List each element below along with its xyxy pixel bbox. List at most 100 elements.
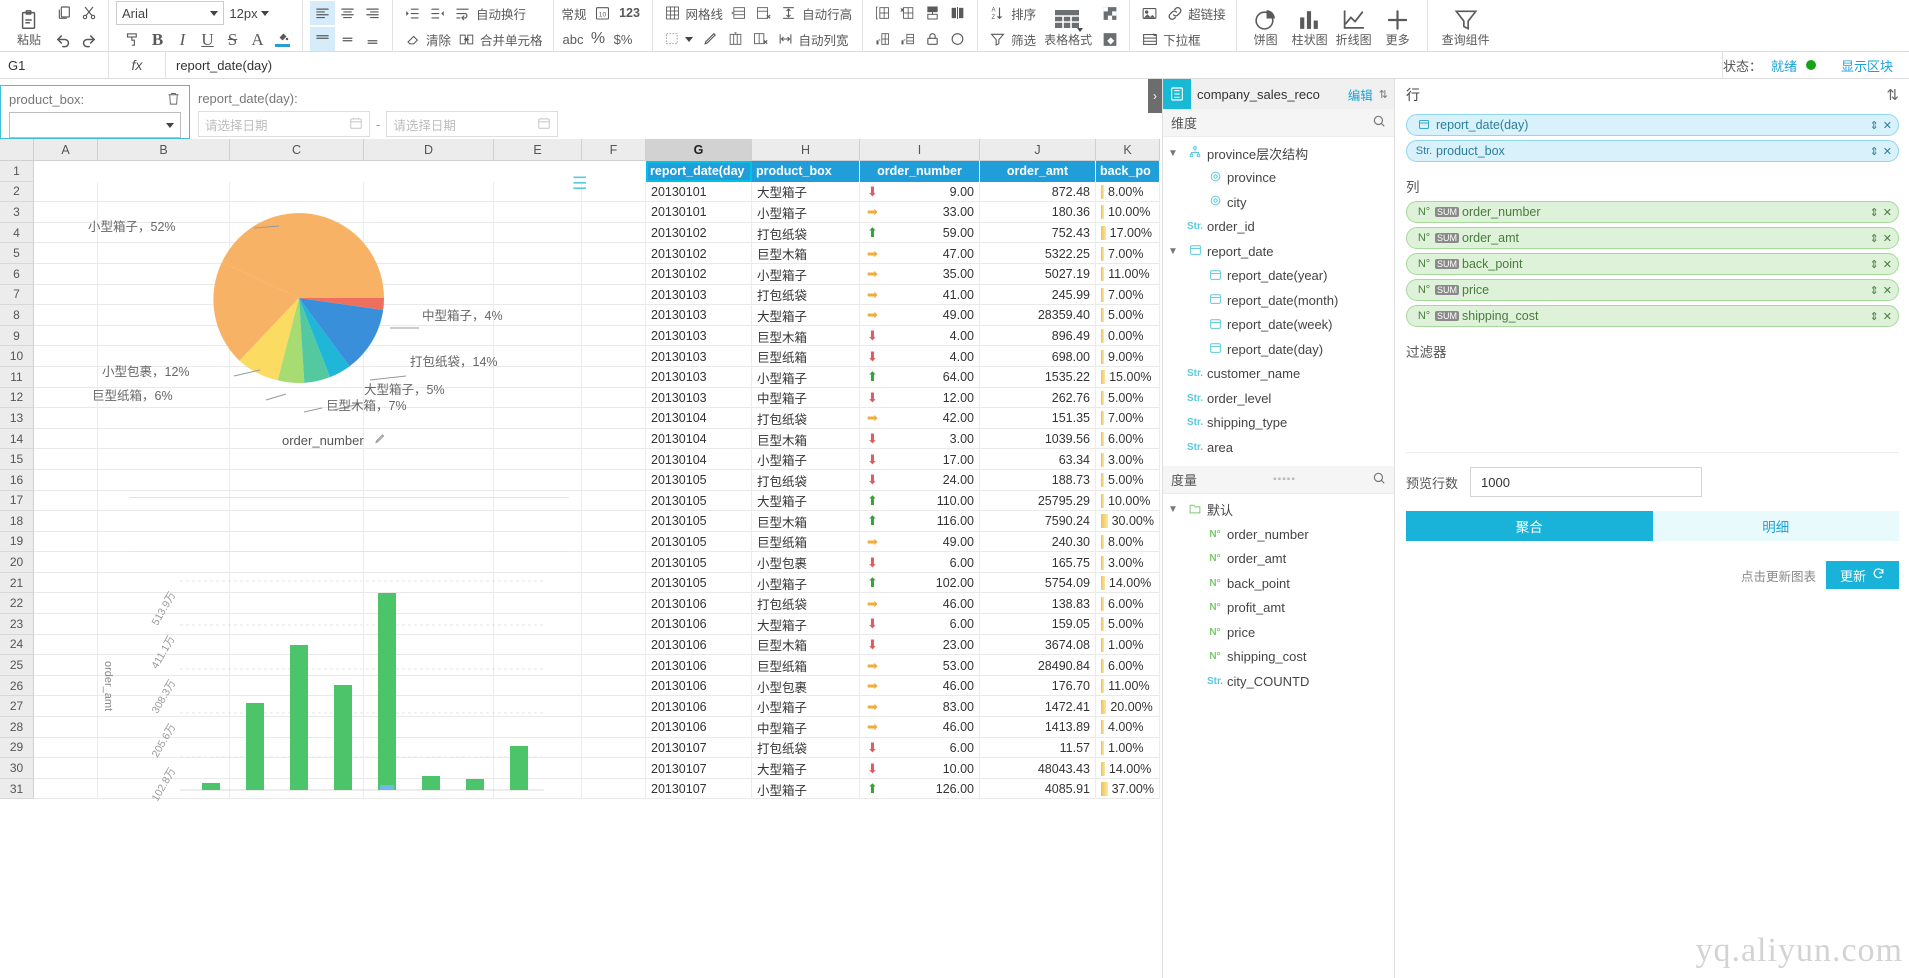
empty-cell[interactable] bbox=[230, 531, 364, 553]
cell-order-number[interactable]: ⬇ 9.00 bbox=[860, 181, 980, 203]
row-header-16[interactable]: 16 bbox=[0, 469, 34, 491]
row-header-31[interactable]: 31 bbox=[0, 778, 34, 800]
cell-report-date[interactable]: 20130106 bbox=[646, 593, 752, 615]
empty-cell[interactable] bbox=[34, 161, 98, 182]
column-title-report_date(day[interactable]: report_date(day bbox=[646, 161, 752, 182]
empty-cell[interactable] bbox=[34, 655, 98, 676]
italic-icon[interactable]: I bbox=[170, 27, 195, 51]
cell-order-amt[interactable]: 11.57 bbox=[980, 737, 1096, 759]
dataset-header[interactable]: company_sales_reco 编辑 ⇅ bbox=[1163, 79, 1394, 109]
row-header-5[interactable]: 5 bbox=[0, 243, 34, 264]
shelf-pill-shipping_cost[interactable]: N° SUM shipping_cost ⇕ ✕ bbox=[1406, 305, 1899, 327]
undo-icon[interactable] bbox=[51, 27, 76, 51]
cell-product-box[interactable]: 打包纸袋 bbox=[752, 593, 860, 615]
cell-order-amt[interactable]: 25795.29 bbox=[980, 490, 1096, 512]
cell-order-number[interactable]: ⬆ 116.00 bbox=[860, 511, 980, 532]
cell-back-point[interactable]: 7.00% bbox=[1096, 284, 1160, 306]
cell-order-amt[interactable]: 4085.91 bbox=[980, 778, 1096, 800]
measure-item-shipping_cost[interactable]: N° shipping_cost bbox=[1163, 645, 1394, 670]
image-icon[interactable] bbox=[1137, 1, 1162, 25]
cell-product-box[interactable]: 巨型纸箱 bbox=[752, 655, 860, 676]
auto-col-width-label[interactable]: 自动列宽 bbox=[798, 30, 852, 49]
column-title-order_number[interactable]: order_number bbox=[860, 161, 980, 182]
percent-format-icon[interactable]: % bbox=[586, 27, 611, 51]
empty-cell[interactable] bbox=[494, 531, 582, 553]
bar-chart-widget[interactable]: 513.9万 411.1万 308.3万 205.6万 102.8万 order… bbox=[102, 569, 584, 809]
cell-back-point[interactable]: 11.00% bbox=[1096, 675, 1160, 697]
cell-order-number[interactable]: ⬆ 59.00 bbox=[860, 222, 980, 244]
empty-cell[interactable] bbox=[34, 614, 98, 635]
bold-icon[interactable]: B bbox=[145, 27, 170, 51]
unlock-cell-icon[interactable] bbox=[895, 27, 920, 51]
delete-row-icon[interactable] bbox=[751, 1, 776, 25]
row-header-15[interactable]: 15 bbox=[0, 449, 34, 470]
cell-order-number[interactable]: ➡ 49.00 bbox=[860, 305, 980, 326]
fill-color-icon[interactable] bbox=[270, 27, 295, 51]
cell-order-number[interactable]: ⬆ 102.00 bbox=[860, 572, 980, 594]
close-icon[interactable]: ✕ bbox=[1883, 232, 1892, 245]
cell-order-amt[interactable]: 1472.41 bbox=[980, 696, 1096, 718]
cell-report-date[interactable]: 20130105 bbox=[646, 469, 752, 491]
cell-report-date[interactable]: 20130103 bbox=[646, 346, 752, 367]
column-header-B[interactable]: B bbox=[98, 139, 230, 160]
empty-cell[interactable] bbox=[364, 531, 494, 553]
cell-report-date[interactable]: 20130102 bbox=[646, 243, 752, 264]
aggregation-badge[interactable]: SUM bbox=[1435, 259, 1459, 269]
cell-back-point[interactable]: 4.00% bbox=[1096, 717, 1160, 738]
cell-order-amt[interactable]: 180.36 bbox=[980, 202, 1096, 223]
measure-item-profit_amt[interactable]: N° profit_amt bbox=[1163, 596, 1394, 621]
row-header-1[interactable]: 1 bbox=[0, 161, 34, 182]
column-header-G[interactable]: G bbox=[646, 139, 752, 160]
cell-order-number[interactable]: ⬇ 23.00 bbox=[860, 634, 980, 656]
dropdown-box-label[interactable]: 下拉框 bbox=[1162, 30, 1204, 49]
cell-report-date[interactable]: 20130106 bbox=[646, 696, 752, 718]
cell-product-box[interactable]: 打包纸袋 bbox=[752, 408, 860, 429]
cell-order-number[interactable]: ➡ 53.00 bbox=[860, 655, 980, 676]
empty-cell[interactable] bbox=[34, 696, 98, 718]
more-charts-button[interactable]: 更多 bbox=[1376, 0, 1420, 52]
cell-order-amt[interactable]: 698.00 bbox=[980, 346, 1096, 367]
empty-cell[interactable] bbox=[582, 675, 646, 697]
dimension-item-province层次结构[interactable]: ▼ province层次结构 bbox=[1163, 141, 1394, 166]
cell-order-number[interactable]: ⬇ 6.00 bbox=[860, 614, 980, 635]
clear-format-icon[interactable] bbox=[1097, 27, 1122, 51]
empty-cell[interactable] bbox=[582, 572, 646, 594]
table-row[interactable]: 20130105 大型箱子 ⬆ 110.00 25795.29 10.00% bbox=[34, 490, 1160, 512]
measures-list[interactable]: ▼ 默认 N° order_number N° order_amt N° back_point… bbox=[1163, 494, 1394, 698]
format-painter-icon[interactable] bbox=[120, 27, 145, 51]
shelf-pill-order_number[interactable]: N° SUM order_number ⇕ ✕ bbox=[1406, 201, 1899, 223]
cell-report-date[interactable]: 20130104 bbox=[646, 408, 752, 429]
dimension-item-city[interactable]: city bbox=[1163, 190, 1394, 215]
cell-order-amt[interactable]: 262.76 bbox=[980, 387, 1096, 409]
dimension-item-report_date(year)[interactable]: report_date(year) bbox=[1163, 264, 1394, 289]
cell-product-box[interactable]: 大型箱子 bbox=[752, 614, 860, 635]
cell-order-number[interactable]: ➡ 41.00 bbox=[860, 284, 980, 306]
cell-order-number[interactable]: ⬇ 4.00 bbox=[860, 325, 980, 347]
preview-rows-input[interactable]: 1000 bbox=[1470, 467, 1703, 497]
cell-order-number[interactable]: ➡ 35.00 bbox=[860, 263, 980, 285]
column-header-A[interactable]: A bbox=[34, 139, 98, 160]
dimensions-list[interactable]: ▼ province层次结构 province city Str. order_id ▼ re… bbox=[1163, 137, 1394, 464]
cell-order-amt[interactable]: 1535.22 bbox=[980, 366, 1096, 388]
dimension-item-shipping_type[interactable]: Str. shipping_type bbox=[1163, 411, 1394, 436]
row-header-8[interactable]: 8 bbox=[0, 305, 34, 326]
column-header-E[interactable]: E bbox=[494, 139, 582, 160]
query-component-button[interactable]: 查询组件 bbox=[1435, 0, 1497, 52]
aggregation-badge[interactable]: SUM bbox=[1435, 233, 1459, 243]
auto-row-height-label[interactable]: 自动行高 bbox=[801, 4, 855, 23]
empty-cell[interactable] bbox=[34, 531, 98, 553]
cell-product-box[interactable]: 中型箱子 bbox=[752, 717, 860, 738]
align-right-icon[interactable] bbox=[360, 1, 385, 25]
border-color-icon[interactable] bbox=[698, 27, 723, 51]
detail-toggle[interactable]: 明细 bbox=[1652, 511, 1899, 541]
cell-back-point[interactable]: 20.00% bbox=[1096, 696, 1160, 718]
cell-product-box[interactable]: 巨型木箱 bbox=[752, 428, 860, 450]
close-icon[interactable]: ✕ bbox=[1883, 258, 1892, 271]
row-header-21[interactable]: 21 bbox=[0, 572, 34, 594]
empty-cell[interactable] bbox=[582, 511, 646, 532]
row-header-2[interactable]: 2 bbox=[0, 181, 34, 203]
cell-order-number[interactable]: ⬇ 4.00 bbox=[860, 346, 980, 367]
row-header-9[interactable]: 9 bbox=[0, 325, 34, 347]
date-end-input[interactable]: 请选择日期 bbox=[386, 111, 559, 137]
empty-cell[interactable] bbox=[582, 778, 646, 800]
